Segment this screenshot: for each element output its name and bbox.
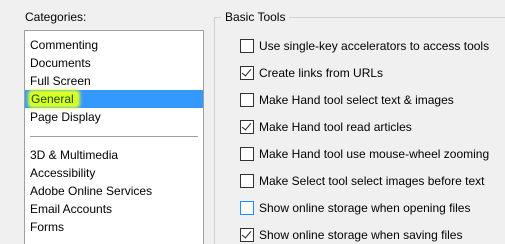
checkbox-checked[interactable] xyxy=(240,120,254,134)
option-label: Make Select tool select images before te… xyxy=(259,174,485,188)
category-page-display[interactable]: Page Display xyxy=(25,108,203,126)
category-3d-multimedia[interactable]: 3D & Multimedia xyxy=(25,146,203,164)
checkbox-checked[interactable] xyxy=(240,66,254,80)
option-hand-tool-read-articles[interactable]: Make Hand tool read articles xyxy=(240,119,412,135)
category-full-screen[interactable]: Full Screen xyxy=(25,72,203,90)
option-select-tool-images-first[interactable]: Make Select tool select images before te… xyxy=(240,173,484,189)
option-label: Make Hand tool read articles xyxy=(259,120,412,134)
option-label: Use single-key accelerators to access to… xyxy=(259,39,490,53)
category-general-label: General xyxy=(30,92,78,106)
category-separator xyxy=(30,136,198,137)
checkmark-icon xyxy=(241,228,252,239)
checkbox-unchecked-focused[interactable] xyxy=(240,201,254,215)
option-hand-tool-mouse-wheel-zooming[interactable]: Make Hand tool use mouse-wheel zooming xyxy=(240,146,489,162)
category-accessibility[interactable]: Accessibility xyxy=(25,164,203,182)
category-forms[interactable]: Forms xyxy=(25,218,203,236)
option-label: Create links from URLs xyxy=(259,66,384,80)
checkbox-unchecked[interactable] xyxy=(240,39,254,53)
checkbox-unchecked[interactable] xyxy=(240,93,254,107)
category-commenting[interactable]: Commenting xyxy=(25,36,203,54)
category-documents[interactable]: Documents xyxy=(25,54,203,72)
categories-list[interactable]: Commenting Documents Full Screen General… xyxy=(24,30,204,244)
checkmark-icon xyxy=(241,120,252,131)
checkbox-unchecked[interactable] xyxy=(240,147,254,161)
option-label: Show online storage when saving files xyxy=(259,228,463,242)
category-email-accounts[interactable]: Email Accounts xyxy=(25,200,203,218)
basic-tools-title: Basic Tools xyxy=(221,10,290,24)
option-single-key-accelerators[interactable]: Use single-key accelerators to access to… xyxy=(240,38,489,54)
group-border-left xyxy=(214,17,215,244)
option-label: Make Hand tool use mouse-wheel zooming xyxy=(259,147,490,161)
option-label: Make Hand tool select text & images xyxy=(259,93,454,107)
checkbox-unchecked[interactable] xyxy=(240,174,254,188)
category-general[interactable]: General xyxy=(25,90,203,108)
categories-label: Categories: xyxy=(25,10,87,24)
option-hand-tool-select-text[interactable]: Make Hand tool select text & images xyxy=(240,92,454,108)
option-online-storage-opening[interactable]: Show online storage when opening files xyxy=(240,200,470,216)
checkbox-checked[interactable] xyxy=(240,228,254,242)
checkmark-icon xyxy=(241,66,252,77)
option-label: Show online storage when opening files xyxy=(259,201,471,215)
option-create-links-from-urls[interactable]: Create links from URLs xyxy=(240,65,383,81)
option-online-storage-saving[interactable]: Show online storage when saving files xyxy=(240,227,462,243)
category-adobe-online-services[interactable]: Adobe Online Services xyxy=(25,182,203,200)
